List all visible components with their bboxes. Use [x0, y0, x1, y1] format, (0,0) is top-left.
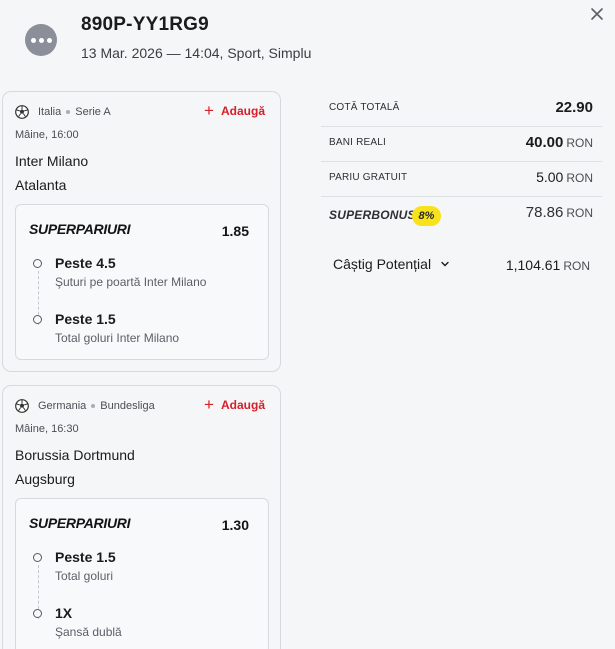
plus-icon: +	[204, 101, 214, 120]
selection-pick: Peste 1.5	[55, 549, 116, 565]
real-money-row: BANI REALI 40.00 RON	[321, 127, 602, 162]
selection-description: Total goluri Inter Milano	[55, 331, 180, 345]
chevron-down-icon	[441, 261, 449, 267]
kickoff-time: Mâine, 16:30	[15, 423, 79, 435]
league-label: Bundesliga	[100, 400, 155, 412]
add-button-label: Adaugă	[220, 398, 265, 412]
selection-description: Total goluri	[55, 569, 114, 583]
real-money-value: 40.00 RON	[525, 134, 593, 151]
selection-pick: 1X	[55, 605, 73, 621]
kickoff-time: Mâine, 16:00	[15, 129, 79, 141]
selection-pick: Peste 4.5	[55, 255, 116, 271]
potential-win-value: 1,104.61 RON	[505, 257, 590, 273]
superbonus-badge: 8%	[412, 206, 441, 226]
total-odds-label: COTĂ TOTALĂ	[329, 102, 400, 113]
ticket-id: 890P-YY1RG9	[81, 14, 209, 35]
home-team: Borussia Dortmund	[15, 447, 135, 463]
real-money-label: BANI REALI	[329, 137, 387, 148]
free-bet-row: PARIU GRATUIT 5.00 RON	[321, 162, 602, 197]
home-team: Inter Milano	[15, 153, 89, 169]
country-label: Germania	[38, 400, 87, 412]
more-icon[interactable]	[25, 24, 57, 56]
total-odds-row: COTĂ TOTALĂ 22.90	[321, 92, 602, 127]
selection-dot-icon	[33, 259, 42, 268]
ticket-header: 890P-YY1RG9 13 Mar. 2026 — 14:04, Sport,…	[0, 0, 615, 80]
soccer-ball-icon	[15, 399, 29, 413]
free-bet-value: 5.00 RON	[536, 169, 593, 185]
ticket-meta: 13 Mar. 2026 — 14:04, Sport, Simplu	[81, 45, 312, 61]
soccer-ball-icon	[15, 105, 29, 119]
add-button-label: Adaugă	[220, 104, 265, 118]
market-box: SUPERPARIURI 1.85 Peste 4.5 Şuturi pe po…	[15, 204, 269, 360]
free-bet-label: PARIU GRATUIT	[329, 172, 408, 183]
add-button[interactable]: + Adaugă	[204, 395, 265, 414]
event-card: Italia Serie A + Adaugă Mâine, 16:00 Int…	[2, 91, 281, 372]
ticket-summary: COTĂ TOTALĂ 22.90 BANI REALI 40.00 RON PA…	[321, 92, 602, 232]
away-team: Atalanta	[15, 177, 67, 193]
country-label: Italia	[38, 106, 62, 118]
selection-description: Şansă dublă	[55, 625, 122, 639]
selection-description: Şuturi pe poartă Inter Milano	[55, 275, 207, 289]
market-box: SUPERPARIURI 1.30 Peste 1.5 Total goluri…	[15, 498, 269, 649]
market-name: SUPERPARIURI	[29, 515, 131, 531]
superbonus-row: SUPERBONUS 8% 78.86 RON	[321, 197, 602, 232]
selection-dot-icon	[33, 553, 42, 562]
potential-win-toggle[interactable]: Câștig Potențial	[333, 256, 450, 272]
add-button[interactable]: + Adaugă	[204, 101, 265, 120]
potential-win-label: Câștig Potențial	[333, 256, 432, 272]
separator-dot	[91, 404, 96, 408]
league-info: Germania Bundesliga	[15, 399, 155, 413]
total-odds-value: 22.90	[555, 99, 593, 116]
selection-dot-icon	[33, 609, 42, 618]
plus-icon: +	[204, 395, 214, 414]
close-icon[interactable]	[588, 5, 606, 23]
market-odds: 1.85	[221, 223, 249, 239]
away-team: Augsburg	[15, 471, 75, 487]
market-name: SUPERPARIURI	[29, 221, 131, 237]
market-odds: 1.30	[221, 517, 249, 533]
separator-dot	[66, 110, 71, 114]
selection-dot-icon	[33, 315, 42, 324]
potential-win: Câștig Potențial 1,104.61 RON	[321, 250, 602, 280]
superbonus-label: SUPERBONUS	[329, 208, 416, 222]
superbonus-value: 78.86 RON	[525, 204, 593, 221]
league-info: Italia Serie A	[15, 105, 111, 119]
league-label: Serie A	[75, 106, 111, 118]
event-card: Germania Bundesliga + Adaugă Mâine, 16:3…	[2, 385, 281, 649]
selection-pick: Peste 1.5	[55, 311, 116, 327]
